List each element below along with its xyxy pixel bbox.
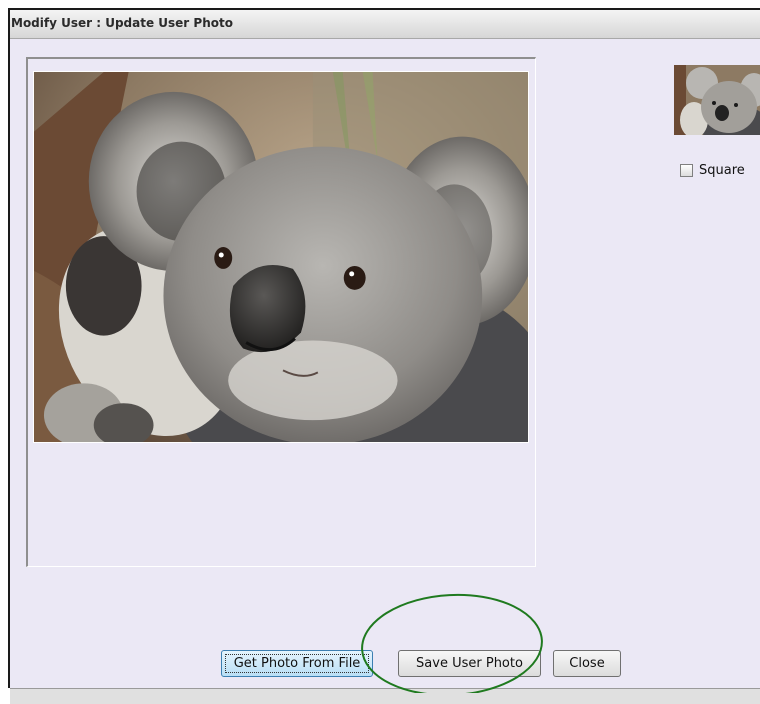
bottom-edge [10,688,760,704]
dialog-title: Modify User : Update User Photo [11,16,233,30]
koala-photo [33,71,529,443]
get-photo-from-file-button[interactable]: Get Photo From File [221,650,373,677]
title-bar[interactable]: Modify User : Update User Photo [10,10,760,39]
update-photo-dialog: Modify User : Update User Photo Square G… [8,8,760,704]
save-user-photo-button[interactable]: Save User Photo [398,650,541,677]
get-photo-label: Get Photo From File [233,656,361,671]
photo-preview-frame [26,57,536,567]
thumbnail-preview [674,65,760,135]
square-label: Square [699,163,745,178]
close-button[interactable]: Close [553,650,621,677]
square-checkbox[interactable] [680,164,693,177]
